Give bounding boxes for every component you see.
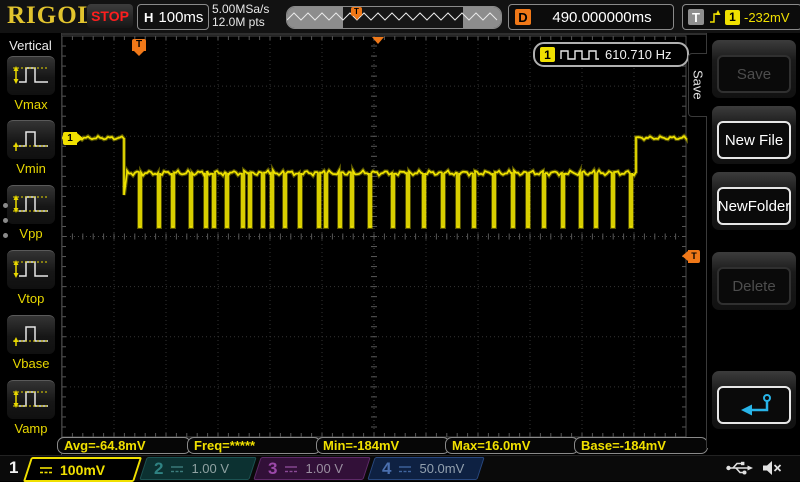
acquisition-info: 5.00MSa/s 12.0M pts <box>212 3 269 29</box>
menu-item-vbase[interactable]: Vbase <box>7 315 55 371</box>
menu-item-vtop[interactable]: Vtop <box>7 250 55 306</box>
menu-item-vmax[interactable]: Vmax <box>7 56 55 112</box>
horizontal-timebase-box[interactable]: H 100ms <box>137 4 209 30</box>
dc-coupling-icon <box>398 464 412 474</box>
dc-coupling-icon <box>284 464 298 474</box>
measurement-freq: Freq=***** <box>187 437 321 454</box>
counter-frequency-value: 610.710 Hz <box>605 47 672 62</box>
trigger-level-tag[interactable]: T <box>688 250 700 263</box>
menu-page-dots <box>3 193 8 248</box>
menu-title: Vertical <box>0 38 61 53</box>
measurement-min: Min=-184mV <box>316 437 450 454</box>
channel1-level-tag[interactable]: 1 <box>63 132 77 145</box>
system-tray <box>726 459 782 477</box>
channel-status-bar: 1 100mV 2 1.00 V 3 <box>0 455 800 481</box>
menu-item-vpp[interactable]: Vpp <box>7 185 55 241</box>
vmin-icon <box>11 124 51 157</box>
trigger-status-box[interactable]: T 1 -232mV <box>682 4 800 30</box>
h-label: H <box>144 10 153 25</box>
new-folder-button[interactable]: NewFolder <box>712 172 796 230</box>
new-file-button[interactable]: New File <box>712 106 796 164</box>
top-status-bar: RIGOL STOP H 100ms 5.00MSa/s 12.0M pts T… <box>0 0 800 35</box>
memory-depth: 12.0M pts <box>212 16 269 29</box>
measurement-base: Base=-184mV <box>574 437 708 454</box>
trigger-source-badge: 1 <box>725 10 740 25</box>
counter-channel-badge: 1 <box>540 47 555 62</box>
delay-value: 490.000000ms <box>552 9 651 26</box>
timebase-value: 100ms <box>158 9 203 26</box>
left-measure-menu: Vertical Vmax Vmin Vpp Vtop Vbase Vamp <box>0 33 62 480</box>
trigger-label: T <box>688 9 704 25</box>
delete-button: Delete <box>712 252 796 310</box>
vmax-icon <box>11 60 51 93</box>
dc-coupling-icon <box>39 465 53 475</box>
rising-edge-icon <box>708 9 721 25</box>
trigger-position-flag[interactable]: T <box>132 39 146 51</box>
delay-icon: D <box>515 9 531 25</box>
delay-box[interactable]: D 490.000000ms <box>508 4 674 30</box>
channel1-number: 1 <box>9 458 18 478</box>
vamp-icon <box>11 384 51 417</box>
trigger-level-value: -232mV <box>744 10 790 25</box>
back-button[interactable] <box>712 371 796 429</box>
channel4-status[interactable]: 4 50.0mV <box>367 457 484 480</box>
run-state-badge[interactable]: STOP <box>87 4 133 28</box>
channel1-status[interactable]: 100mV <box>23 457 142 482</box>
waveform-preview-bar[interactable]: T <box>286 6 502 29</box>
frequency-counter: 1 610.710 Hz <box>533 42 689 67</box>
scope-display <box>0 0 800 480</box>
dc-coupling-icon <box>170 464 184 474</box>
preview-waveform-icon <box>287 7 501 28</box>
vtop-icon <box>11 254 51 287</box>
save-button: Save <box>712 40 796 98</box>
menu-item-vamp[interactable]: Vamp <box>7 380 55 436</box>
vbase-icon <box>11 319 51 352</box>
usb-icon <box>726 459 754 477</box>
right-soft-menu: Save Save New File NewFolder Delete <box>706 33 800 448</box>
preview-trigger-flag: T <box>351 7 362 16</box>
return-arrow-icon <box>733 392 775 418</box>
vpp-icon <box>11 189 51 222</box>
speaker-muted-icon <box>762 459 782 477</box>
square-wave-icon <box>560 48 600 61</box>
menu-tab-save: Save <box>688 53 707 117</box>
menu-item-vmin[interactable]: Vmin <box>7 120 55 176</box>
horizontal-center-marker-icon <box>372 37 384 44</box>
measurement-avg: Avg=-64.8mV <box>57 437 191 454</box>
measurement-max: Max=16.0mV <box>445 437 579 454</box>
channel3-status[interactable]: 3 1.00 V <box>253 457 370 480</box>
channel2-status[interactable]: 2 1.00 V <box>139 457 256 480</box>
rigol-logo: RIGOL <box>7 2 95 30</box>
